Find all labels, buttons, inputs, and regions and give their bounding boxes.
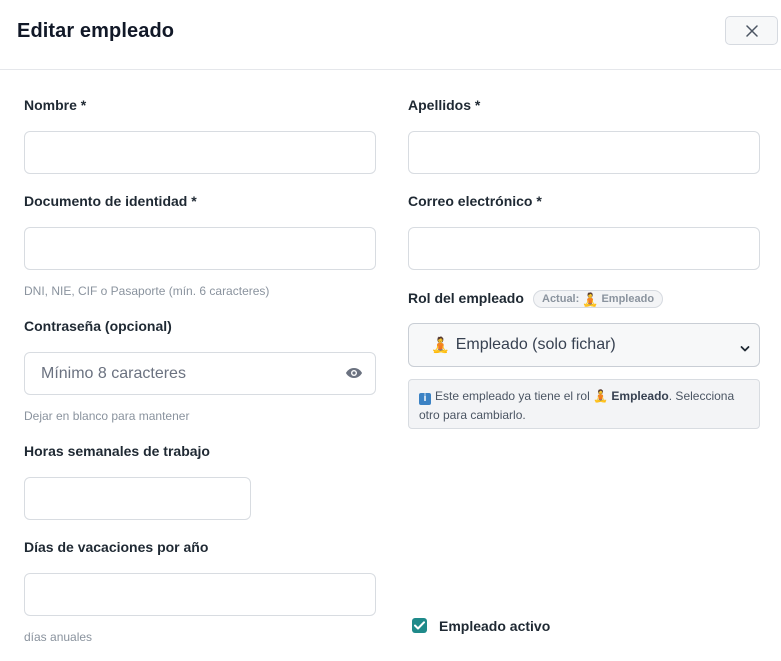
- eye-icon[interactable]: [345, 366, 363, 385]
- close-button[interactable]: [725, 16, 778, 45]
- correo-input[interactable]: [408, 227, 760, 270]
- info-prefix: Este empleado ya tiene el rol: [435, 389, 590, 403]
- active-checkbox[interactable]: [412, 618, 427, 633]
- nombre-input[interactable]: [24, 131, 376, 174]
- correo-label: Correo electrónico *: [408, 193, 542, 209]
- horas-label: Horas semanales de trabajo: [24, 443, 210, 459]
- info-icon: i: [419, 393, 431, 405]
- vacaciones-input[interactable]: [24, 573, 376, 616]
- dialog-header: Editar empleado: [0, 0, 781, 70]
- password-placeholder: Mínimo 8 caracteres: [41, 364, 186, 382]
- documento-input[interactable]: [24, 227, 376, 270]
- documento-label: Documento de identidad *: [24, 193, 197, 209]
- meditation-emoji-icon: 🧘: [582, 291, 599, 307]
- role-info-box: i Este empleado ya tiene el rol 🧘 Emplead…: [408, 379, 760, 429]
- badge-value: Empleado: [601, 293, 655, 305]
- check-icon: [414, 617, 425, 635]
- badge-prefix: Actual:: [542, 293, 580, 305]
- chevron-down-icon: [740, 340, 750, 358]
- active-label: Empleado activo: [439, 618, 551, 634]
- vacaciones-help: días anuales: [24, 630, 93, 644]
- role-selected-option: Empleado (solo fichar): [455, 336, 616, 353]
- vacaciones-label: Días de vacaciones por año: [24, 539, 209, 555]
- current-role-badge: Actual: 🧘 Empleado: [533, 290, 664, 308]
- role-select[interactable]: 🧘 Empleado (solo fichar): [408, 323, 760, 367]
- role-label: Rol del empleado: [408, 290, 524, 306]
- nombre-label: Nombre *: [24, 97, 87, 113]
- info-role: Empleado: [611, 389, 669, 403]
- apellidos-input[interactable]: [408, 131, 760, 174]
- password-label: Contraseña (opcional): [24, 318, 172, 334]
- close-icon: [745, 24, 758, 37]
- apellidos-label: Apellidos *: [408, 97, 481, 113]
- horas-input[interactable]: [24, 477, 251, 520]
- meditation-emoji-icon: 🧘: [593, 389, 609, 403]
- dialog-title: Editar empleado: [17, 20, 175, 42]
- documento-help: DNI, NIE, CIF o Pasaporte (mín. 6 caract…: [24, 284, 270, 298]
- password-help: Dejar en blanco para mantener: [24, 409, 190, 423]
- meditation-emoji-icon: 🧘: [431, 336, 450, 354]
- password-input[interactable]: Mínimo 8 caracteres: [24, 352, 376, 395]
